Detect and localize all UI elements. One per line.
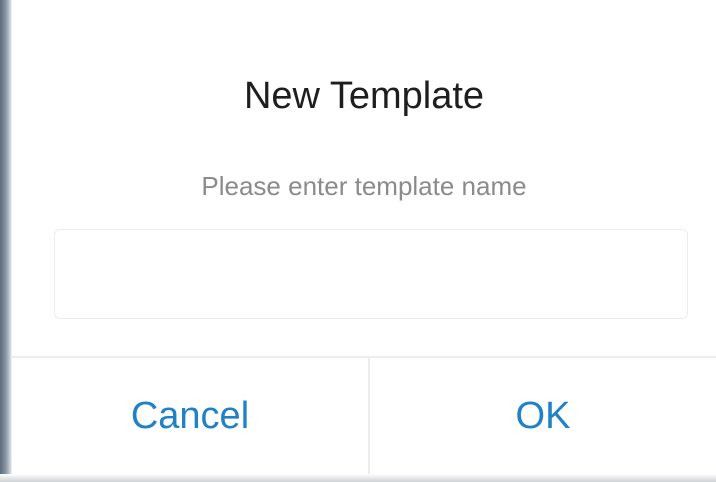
new-template-dialog: New Template Please enter template name … [12, 4, 716, 474]
cancel-button[interactable]: Cancel [12, 358, 368, 474]
dialog-message: Please enter template name [201, 171, 527, 201]
template-name-input[interactable] [54, 229, 688, 319]
screen: New Template Please enter template name … [0, 0, 716, 482]
dialog-title: New Template [243, 75, 485, 117]
ok-button[interactable]: OK [370, 358, 716, 474]
dialog-shadow [0, 474, 716, 482]
background-behind-dialog [0, 0, 12, 482]
